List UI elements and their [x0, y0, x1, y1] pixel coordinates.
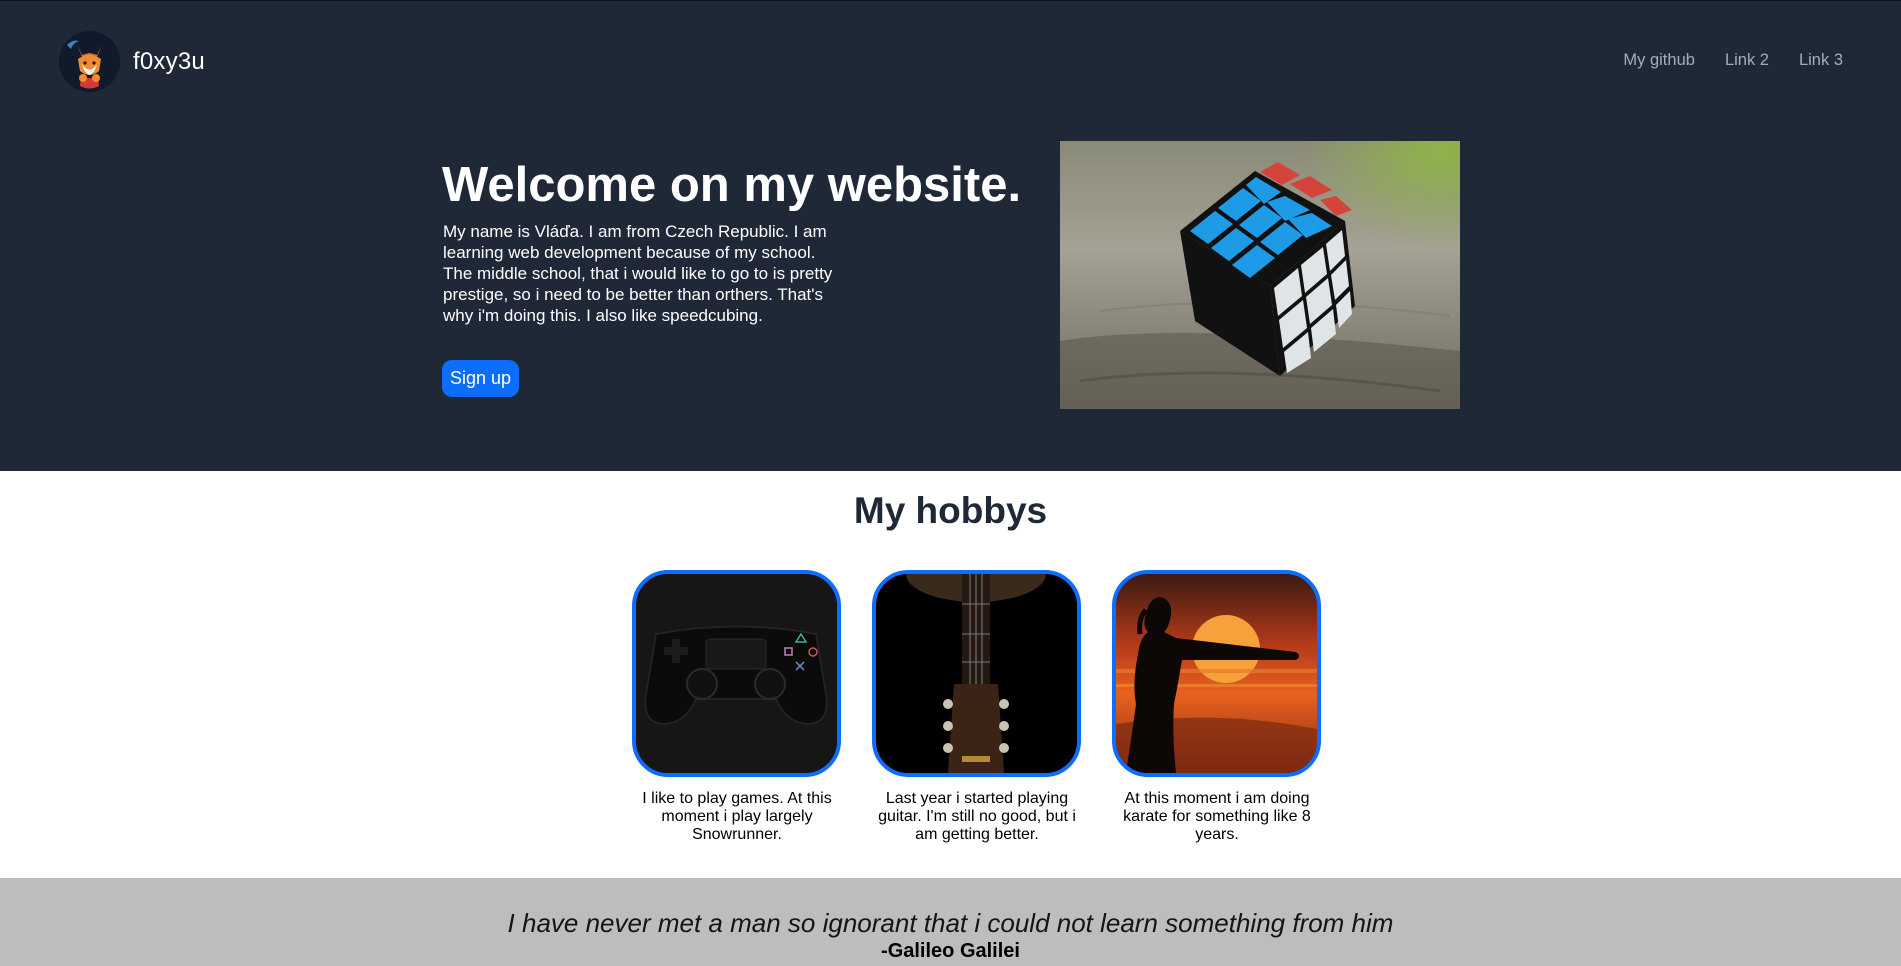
hero-title: Welcome on my website. — [442, 158, 1022, 212]
navbar-brand[interactable]: f0xy3u — [59, 31, 205, 92]
hobby-text-guitar: Last year i started playing guitar. I'm … — [878, 790, 1076, 843]
gamepad-image — [632, 570, 841, 777]
hero-section: f0xy3u My github Link 2 Link 3 Welcome o… — [0, 0, 1901, 471]
rubiks-cube-image — [1060, 141, 1460, 409]
hobby-text-games: I like to play games. At this moment i p… — [642, 790, 832, 843]
hobby-text-karate: At this moment i am doing karate for som… — [1123, 790, 1311, 843]
fox-logo-icon — [59, 31, 120, 92]
hobby-card-games: I like to play games. At this moment i p… — [632, 570, 842, 844]
quote-section: I have never met a man so ignorant that … — [0, 878, 1901, 966]
quote-text: I have never met a man so ignorant that … — [507, 908, 1394, 938]
hobby-card-karate: At this moment i am doing karate for som… — [1112, 570, 1322, 844]
hobbies-title: My hobbys — [853, 490, 1048, 531]
guitar-image — [872, 570, 1081, 777]
karate-image — [1112, 570, 1321, 777]
nav-link-3[interactable]: Link 3 — [1799, 51, 1843, 70]
navbar-links: My github Link 2 Link 3 — [1623, 51, 1843, 70]
quote-author: -Galileo Galilei — [881, 940, 1020, 962]
nav-link-github[interactable]: My github — [1623, 51, 1695, 70]
hero-description: My name is Vláďa. I am from Czech Republ… — [443, 222, 833, 325]
brand-name[interactable]: f0xy3u — [133, 48, 205, 76]
sign-up-button[interactable]: Sign up — [442, 360, 519, 397]
hobby-card-guitar: Last year i started playing guitar. I'm … — [872, 570, 1082, 844]
nav-link-2[interactable]: Link 2 — [1725, 51, 1769, 70]
